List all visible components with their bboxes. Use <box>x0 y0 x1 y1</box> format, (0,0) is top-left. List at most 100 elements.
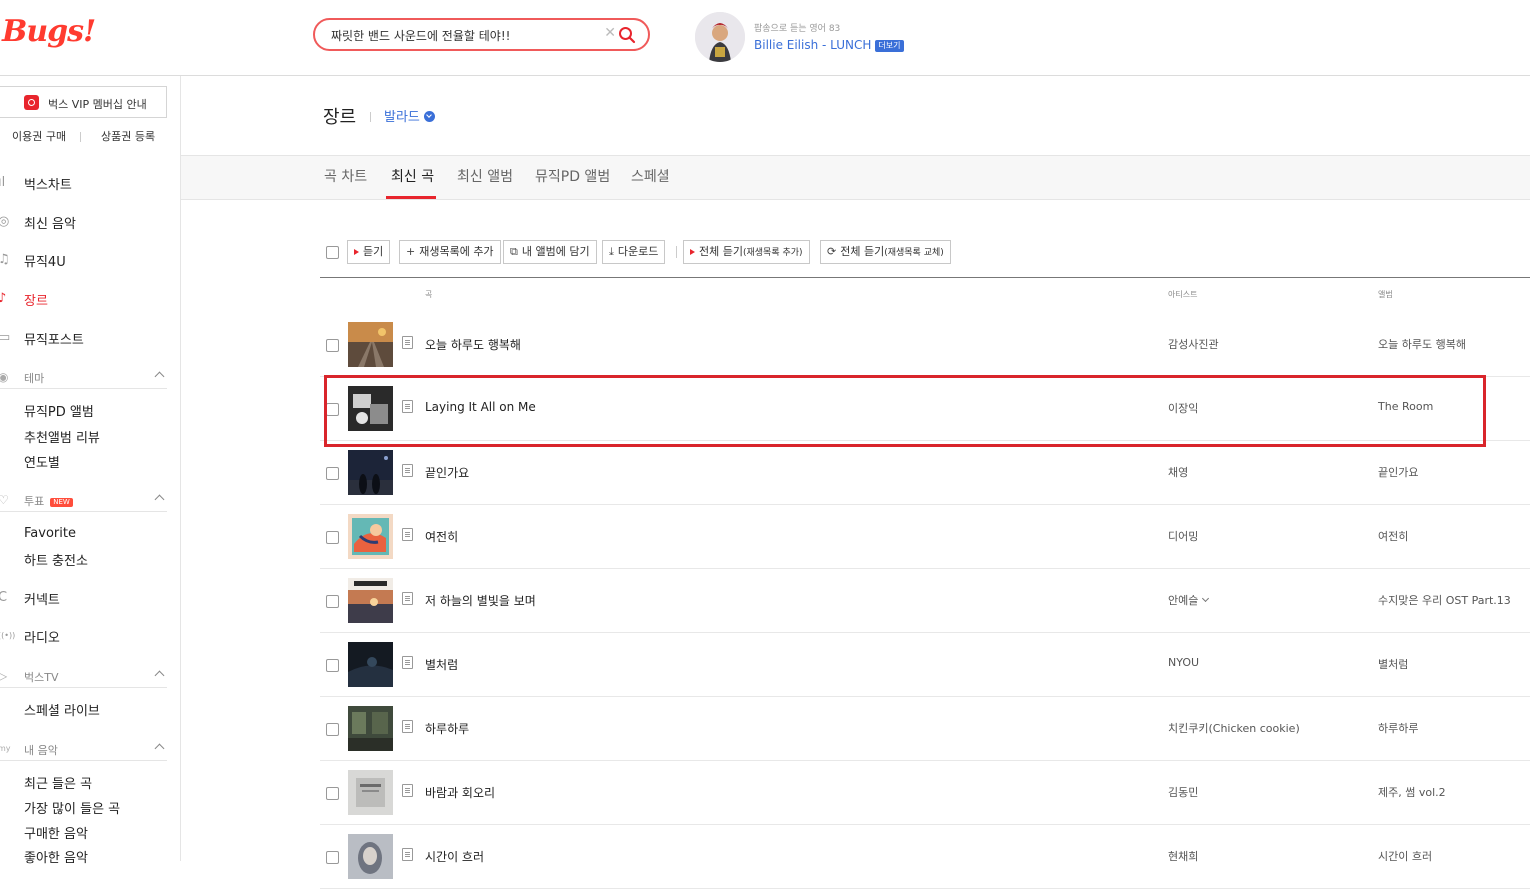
vote-group-header[interactable]: ♡ 투표 NEW <box>0 490 167 512</box>
row-checkbox[interactable] <box>326 787 339 800</box>
row-checkbox[interactable] <box>326 339 339 352</box>
chevron-up-icon[interactable] <box>154 494 165 505</box>
sidebar-item-favorite[interactable]: Favorite <box>24 526 76 541</box>
album-name[interactable]: 하루하루 <box>1378 720 1418 736</box>
tab-special[interactable]: 스페셜 <box>631 166 670 186</box>
sidebar-item-music4u[interactable]: ♫ 뮤직4U <box>0 249 180 273</box>
lyrics-icon[interactable] <box>402 464 413 477</box>
table-row[interactable]: 바람과 회오리 김동민 제주, 썸 vol.2 <box>320 761 1530 825</box>
sidebar-item-musicpd-album[interactable]: 뮤직PD 앨범 <box>24 401 94 420</box>
lyrics-icon[interactable] <box>402 528 413 541</box>
tab-new-albums[interactable]: 최신 앨범 <box>457 166 513 186</box>
lyrics-icon[interactable] <box>402 656 413 669</box>
album-name[interactable]: 오늘 하루도 행복해 <box>1378 336 1466 352</box>
listen-button[interactable]: 듣기 <box>347 240 391 264</box>
lyrics-icon[interactable] <box>402 848 413 861</box>
artist-name[interactable]: 채영 <box>1168 464 1188 480</box>
listen-all-add-button[interactable]: 전체 듣기(재생목록 추가) <box>683 240 810 264</box>
table-row[interactable]: 여전히 디어밍 여전히 <box>320 505 1530 569</box>
chevron-up-icon[interactable] <box>154 371 165 382</box>
album-art[interactable] <box>348 386 393 431</box>
table-row[interactable]: 별처럼 NYOU 별처럼 <box>320 633 1530 697</box>
album-art[interactable] <box>348 322 393 367</box>
clear-search-icon[interactable]: ✕ <box>604 25 616 41</box>
lyrics-icon[interactable] <box>402 784 413 797</box>
row-checkbox[interactable] <box>326 467 339 480</box>
row-checkbox[interactable] <box>326 723 339 736</box>
sidebar-item-recent[interactable]: 최근 들은 곡 <box>24 773 92 792</box>
song-title[interactable]: Laying It All on Me <box>425 400 536 414</box>
chevron-down-icon[interactable] <box>423 111 435 122</box>
chevron-up-icon[interactable] <box>154 670 165 681</box>
artist-name[interactable]: 이장익 <box>1168 400 1198 416</box>
album-name[interactable]: The Room <box>1378 400 1433 413</box>
artist-name[interactable]: 안예슬 <box>1168 592 1210 608</box>
artist-name[interactable]: 현채희 <box>1168 848 1198 864</box>
song-title[interactable]: 오늘 하루도 행복해 <box>425 336 521 353</box>
song-title[interactable]: 하루하루 <box>425 720 469 737</box>
genre-dropdown[interactable]: 발라드 <box>384 106 435 125</box>
artist-name[interactable]: 치킨쿠키(Chicken cookie) <box>1168 720 1300 736</box>
album-name[interactable]: 시간이 흐러 <box>1378 848 1432 864</box>
sidebar-item-radio[interactable]: ((•)) 라디오 <box>0 625 180 649</box>
album-art[interactable] <box>348 770 393 815</box>
artist-name[interactable]: 디어밍 <box>1168 528 1198 544</box>
artist-name[interactable]: 감성사진관 <box>1168 336 1219 352</box>
chevron-down-icon[interactable] <box>1202 594 1210 603</box>
table-row[interactable]: 저 하늘의 별빛을 보며 안예슬 수지맞은 우리 OST Part.13 <box>320 569 1530 633</box>
bugs-logo[interactable]: Bugs! <box>2 14 96 49</box>
sidebar-item-connect[interactable]: C 커넥트 <box>0 587 180 611</box>
chevron-up-icon[interactable] <box>154 743 165 754</box>
sidebar-item-special-live[interactable]: 스페셜 라이브 <box>24 700 100 719</box>
now-playing-avatar[interactable] <box>695 12 745 62</box>
album-art[interactable] <box>348 578 393 623</box>
lyrics-icon[interactable] <box>402 592 413 605</box>
search-input[interactable]: 짜릿한 밴드 사운드에 전율할 테야!! <box>331 27 510 44</box>
row-checkbox[interactable] <box>326 851 339 864</box>
song-title[interactable]: 바람과 회오리 <box>425 784 495 801</box>
song-title[interactable]: 시간이 흐러 <box>425 848 484 865</box>
tab-musicpd-album[interactable]: 뮤직PD 앨범 <box>535 166 610 186</box>
album-art[interactable] <box>348 834 393 879</box>
album-art[interactable] <box>348 514 393 559</box>
sidebar-item-most-played[interactable]: 가장 많이 들은 곡 <box>24 798 120 817</box>
select-all-checkbox[interactable] <box>326 246 339 259</box>
album-art[interactable] <box>348 450 393 495</box>
album-name[interactable]: 별처럼 <box>1378 656 1408 672</box>
search-icon[interactable] <box>618 26 636 44</box>
sidebar-item-liked[interactable]: 좋아한 음악 <box>24 847 88 866</box>
tab-new-songs[interactable]: 최신 곡 <box>391 166 434 186</box>
mymusic-group-header[interactable]: my 내 음악 <box>0 739 167 761</box>
album-art[interactable] <box>348 642 393 687</box>
sidebar-item-music-post[interactable]: ▭ 뮤직포스트 <box>0 327 180 351</box>
song-title[interactable]: 여전히 <box>425 528 458 545</box>
album-name[interactable]: 끝인가요 <box>1378 464 1418 480</box>
song-title[interactable]: 별처럼 <box>425 656 458 673</box>
download-button[interactable]: ⤓ 다운로드 <box>602 240 666 264</box>
song-title[interactable]: 저 하늘의 별빛을 보며 <box>425 592 536 609</box>
tab-song-chart[interactable]: 곡 차트 <box>324 166 367 186</box>
sidebar-item-purchased[interactable]: 구매한 음악 <box>24 823 88 842</box>
row-checkbox[interactable] <box>326 403 339 416</box>
table-row[interactable]: 하루하루 치킨쿠키(Chicken cookie) 하루하루 <box>320 697 1530 761</box>
lyrics-icon[interactable] <box>402 336 413 349</box>
add-to-my-album-button[interactable]: ⧉ 내 앨범에 담기 <box>503 240 597 264</box>
search-box[interactable]: 짜릿한 밴드 사운드에 전율할 테야!! ✕ <box>313 18 650 51</box>
lyrics-icon[interactable] <box>402 720 413 733</box>
row-checkbox[interactable] <box>326 659 339 672</box>
lyrics-icon[interactable] <box>402 400 413 413</box>
register-coupon-link[interactable]: 상품권 등록 <box>101 128 155 144</box>
table-row[interactable]: 끝인가요 채영 끝인가요 <box>320 441 1530 505</box>
song-title[interactable]: 끝인가요 <box>425 464 469 481</box>
album-art[interactable] <box>348 706 393 751</box>
theme-group-header[interactable]: ◉ 테마 <box>0 367 167 389</box>
now-playing-title[interactable]: Billie Eilish - LUNCH 더보기 <box>754 38 904 52</box>
artist-name[interactable]: NYOU <box>1168 656 1199 669</box>
sidebar-item-heart-charge[interactable]: 하트 충전소 <box>24 550 88 569</box>
album-name[interactable]: 여전히 <box>1378 528 1408 544</box>
sidebar-item-genre[interactable]: ♪ 장르 <box>0 288 180 312</box>
row-checkbox[interactable] <box>326 531 339 544</box>
table-row[interactable]: 오늘 하루도 행복해 감성사진관 오늘 하루도 행복해 <box>320 313 1530 377</box>
vip-membership-button[interactable]: 벅스 VIP 멤버십 안내 <box>0 86 167 118</box>
add-to-playlist-button[interactable]: + 재생목록에 추가 <box>399 240 501 264</box>
